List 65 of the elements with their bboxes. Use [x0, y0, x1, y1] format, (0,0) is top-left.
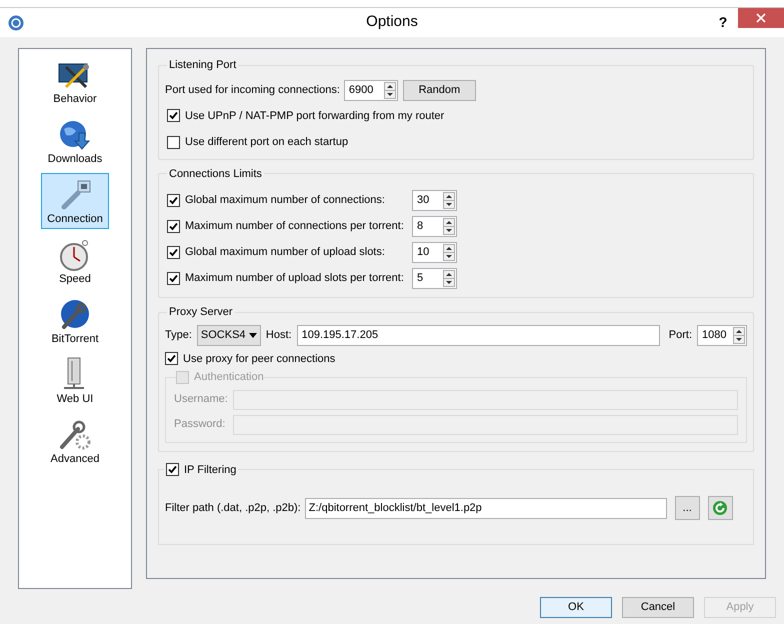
wrench-gear-icon	[58, 419, 92, 451]
group-title: Proxy Server	[169, 306, 233, 318]
field-label: Filter path (.dat, .p2p, .p2b):	[165, 500, 301, 516]
spinner-arrows-icon[interactable]	[443, 192, 455, 209]
sidebar-item[interactable]: Connection	[41, 173, 109, 229]
spin-box[interactable]: 30	[412, 190, 457, 211]
checkbox-label: Authentication	[194, 370, 264, 385]
sidebar-item[interactable]: Speed	[41, 233, 109, 289]
refresh-icon	[712, 500, 728, 516]
sidebar-item[interactable]: Web UI	[41, 353, 109, 409]
checkbox[interactable]	[167, 136, 180, 149]
reload-button[interactable]	[708, 496, 733, 520]
sidebar-item[interactable]: Behavior	[41, 53, 109, 109]
dialog-button[interactable]: OK	[540, 597, 612, 618]
close-button[interactable]	[738, 8, 784, 28]
dialog-button[interactable]: Cancel	[622, 597, 694, 618]
spinner-arrows-icon[interactable]	[443, 244, 455, 261]
checkbox-label: Maximum number of connections per torrent:	[185, 219, 404, 234]
spin-box[interactable]: 6900	[344, 80, 398, 100]
checkbox-label: Use UPnP / NAT-PMP port forwarding from my router	[185, 108, 444, 124]
checkbox[interactable]	[167, 194, 180, 207]
checkbox-label: IP Filtering	[184, 462, 236, 478]
field-label: Username:	[174, 392, 229, 408]
group-title: Connections Limits	[169, 168, 262, 180]
checkbox[interactable]	[167, 272, 180, 285]
filter-path-field[interactable]: Z:/qbitorrent_blocklist/bt_level1.p2p	[304, 498, 667, 518]
checkbox-label: Global maximum number of upload slots:	[185, 245, 385, 260]
spinner-arrows-icon[interactable]	[443, 218, 455, 235]
field-label: Host:	[266, 328, 292, 343]
type-dropdown[interactable]: SOCKS4	[196, 324, 261, 346]
tools-on-screen-icon	[58, 61, 92, 91]
field-label: Type:	[165, 328, 192, 343]
checkbox-label: Use proxy for peer connections	[183, 352, 336, 366]
checkbox[interactable]	[166, 463, 179, 476]
random-button[interactable]: Random	[402, 80, 476, 100]
app-logo-icon	[8, 14, 24, 30]
close-icon	[756, 13, 766, 23]
globe-wrench-icon	[58, 299, 92, 331]
checkbox-label: Use different port on each startup	[185, 135, 348, 150]
spin-box[interactable]: 8	[412, 216, 457, 237]
spin-box[interactable]: 5	[412, 268, 457, 289]
globe-download-icon	[58, 119, 92, 151]
checkbox[interactable]	[167, 109, 180, 122]
checkbox[interactable]	[167, 246, 180, 259]
field-label: Port used for incoming connections:	[165, 82, 340, 98]
group-title: Listening Port	[169, 59, 236, 71]
checkbox-label: Maximum number of upload slots per torrent:	[185, 271, 404, 286]
browse-button[interactable]: ...	[674, 496, 700, 520]
sidebar-item[interactable]: BitTorrent	[41, 293, 109, 349]
dropdown-arrow-icon	[248, 332, 257, 338]
spinner-arrows-icon[interactable]	[733, 326, 745, 344]
window-title: Options	[366, 12, 418, 32]
help-button[interactable]: ?	[708, 8, 738, 37]
field-label: Password:	[174, 417, 226, 432]
spinner-arrows-icon[interactable]	[384, 82, 396, 98]
checkbox[interactable]	[167, 220, 180, 233]
checkbox-label: Global maximum number of connections:	[185, 193, 385, 208]
sidebar-item[interactable]: Advanced	[41, 413, 109, 469]
host-field[interactable]: 109.195.17.205	[296, 324, 660, 346]
field-label: Port:	[668, 328, 692, 343]
checkbox[interactable]	[165, 352, 178, 366]
sidebar-item[interactable]: Downloads	[41, 113, 109, 169]
spin-box[interactable]: 1080	[697, 324, 747, 346]
spin-box[interactable]: 10	[412, 242, 457, 263]
spinner-arrows-icon[interactable]	[443, 270, 455, 287]
